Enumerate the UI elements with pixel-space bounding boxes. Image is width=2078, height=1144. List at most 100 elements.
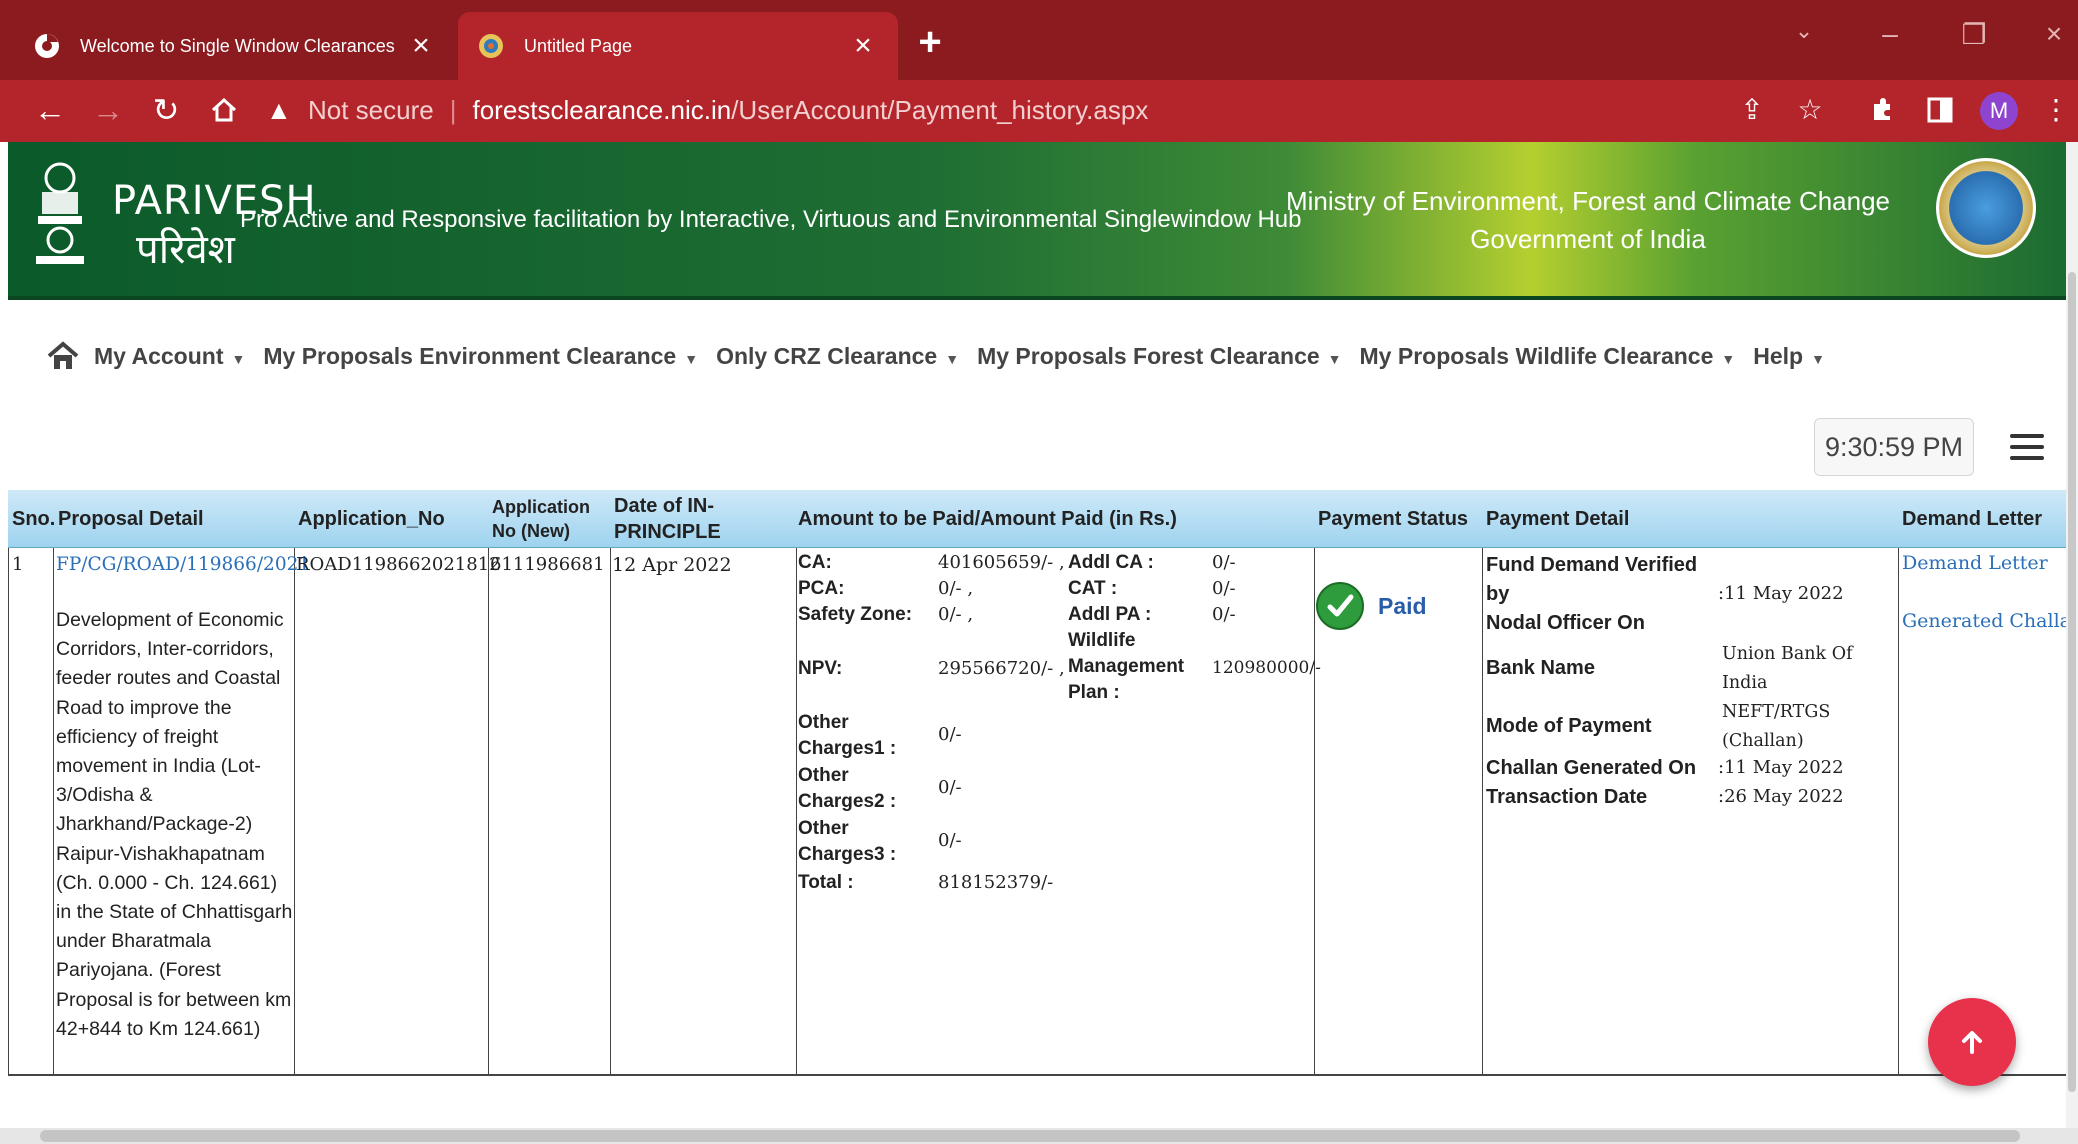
- restore-icon[interactable]: ❐: [1954, 18, 1994, 51]
- tab-title: Untitled Page: [524, 35, 633, 56]
- tab-untitled[interactable]: Untitled Page ×: [458, 12, 898, 80]
- scroll-top-button[interactable]: [1928, 998, 2016, 1086]
- minimize-icon[interactable]: –: [1870, 18, 1910, 50]
- address-bar[interactable]: ▲ Not secure | forestsclearance.nic.in/U…: [266, 83, 1766, 137]
- caret-down-icon: ▼: [1721, 350, 1736, 367]
- payment-history-table: Sno. Proposal Detail Application_No Appl…: [8, 490, 2066, 1076]
- ministry-line-1: Ministry of Environment, Forest and Clim…: [1285, 186, 1891, 216]
- star-icon[interactable]: ☆: [1790, 90, 1830, 130]
- col-divider: [1898, 548, 1899, 1076]
- horizontal-scrollbar[interactable]: [0, 1128, 2078, 1144]
- col-divider: [796, 548, 797, 1076]
- scroll-thumb[interactable]: [40, 1130, 2020, 1142]
- share-icon[interactable]: ⇪: [1732, 90, 1772, 130]
- arrow-up-icon: [1962, 1031, 1982, 1054]
- avatar[interactable]: M: [1980, 92, 2018, 130]
- other-charges3-label: Other Charges3 :: [798, 816, 896, 868]
- table-row: [8, 548, 2066, 1076]
- cat-value: 0/-: [1212, 578, 1236, 599]
- label-line: Plan :: [1068, 682, 1120, 703]
- sidepanel-icon[interactable]: [1920, 90, 1960, 130]
- pca-value: 0/- ,: [938, 578, 974, 599]
- wildlife-plan-value: 120980000/-: [1212, 658, 1321, 678]
- demand-letter-link[interactable]: Demand Letter: [1902, 552, 2048, 574]
- col-divider: [53, 548, 54, 1076]
- col-divider: [610, 548, 611, 1076]
- hamburger-icon[interactable]: [2010, 434, 2044, 462]
- label-line: Charges3 :: [798, 844, 897, 865]
- caret-down-icon: ▼: [1327, 350, 1342, 367]
- label-line: by: [1486, 583, 1510, 605]
- caret-down-icon: ▼: [231, 350, 246, 367]
- challan-generated-label: Challan Generated On: [1486, 757, 1697, 779]
- menu-my-account[interactable]: My Account ▼: [94, 343, 245, 370]
- warning-icon: ▲: [266, 94, 292, 125]
- moefcc-logo: [1936, 158, 2036, 258]
- window-close-icon[interactable]: ×: [2034, 18, 2074, 50]
- main-menu: My Account ▼ My Proposals Environment Cle…: [46, 336, 1843, 376]
- menu-label: My Proposals Wildlife Clearance: [1359, 342, 1714, 369]
- menu-crz-clearance[interactable]: Only CRZ Clearance ▼: [716, 343, 959, 370]
- menu-environment-clearance[interactable]: My Proposals Environment Clearance ▼: [263, 343, 698, 370]
- close-icon[interactable]: ×: [406, 29, 436, 63]
- generated-challan-link[interactable]: Generated Challan: [1902, 610, 2078, 632]
- label-line: Other: [798, 818, 849, 839]
- addl-ca-label: Addl CA :: [1068, 552, 1154, 573]
- label-line: Other: [798, 712, 849, 733]
- table-header: Sno. Proposal Detail Application_No Appl…: [8, 490, 2066, 548]
- caret-down-icon: ▼: [945, 350, 960, 367]
- menu-wildlife-clearance[interactable]: My Proposals Wildlife Clearance ▼: [1360, 343, 1736, 370]
- other-charges1-label: Other Charges1 :: [798, 710, 896, 762]
- other-charges3-value: 0/-: [938, 830, 962, 851]
- menu-dots-icon[interactable]: ⋮: [2036, 90, 2076, 130]
- toolbar: ← → ↻ ▲ Not secure | forestsclearance.ni…: [0, 80, 2078, 142]
- header-amount: Amount to be Paid/Amount Paid (in Rs.): [798, 508, 1177, 530]
- other-charges2-value: 0/-: [938, 777, 962, 798]
- ca-label: CA:: [798, 552, 832, 573]
- reload-icon[interactable]: ↻: [144, 88, 188, 132]
- transaction-date-label: Transaction Date: [1486, 786, 1648, 808]
- wildlife-plan-label: Wildlife Management Plan :: [1068, 628, 1184, 706]
- safety-zone-value: 0/- ,: [938, 604, 974, 625]
- tab-search-icon[interactable]: ⌄: [1784, 18, 1824, 44]
- new-tab-button[interactable]: +: [908, 20, 952, 65]
- col-divider: [294, 548, 295, 1076]
- label-line: Nodal Officer On: [1486, 612, 1645, 634]
- total-value: 818152379/-: [938, 872, 1054, 893]
- house-icon[interactable]: [46, 341, 80, 371]
- menu-forest-clearance[interactable]: My Proposals Forest Clearance ▼: [977, 343, 1341, 370]
- tab-welcome[interactable]: Welcome to Single Window Clearances ×: [0, 12, 456, 80]
- label-line: Fund Demand Verified: [1486, 554, 1698, 576]
- scroll-thumb[interactable]: [2068, 272, 2076, 1092]
- addl-ca-value: 0/-: [1212, 552, 1236, 573]
- fund-verified-value: :11 May 2022: [1718, 583, 1844, 604]
- value-line: NEFT/RTGS: [1722, 702, 1831, 722]
- header-application-no: Application_No: [298, 508, 445, 530]
- extensions-icon[interactable]: [1862, 90, 1902, 130]
- header-date: Date of IN- PRINCIPLE: [612, 490, 721, 548]
- header-payment-detail: Payment Detail: [1486, 508, 1630, 530]
- safety-zone-label: Safety Zone:: [798, 604, 913, 625]
- check-icon: [1316, 582, 1364, 630]
- tab-title: Welcome to Single Window Clearances: [80, 35, 395, 56]
- separator: |: [449, 94, 457, 125]
- row-sno: 1: [12, 554, 24, 575]
- label-line: Other: [798, 765, 849, 786]
- value-line: (Challan): [1722, 731, 1804, 751]
- bank-name-value: Union Bank Of India: [1722, 640, 1853, 698]
- header-application-no-new: Application No (New): [490, 490, 590, 548]
- value-line: Union Bank Of: [1722, 644, 1853, 664]
- home-icon[interactable]: [202, 88, 246, 132]
- label-line: Wildlife: [1068, 630, 1136, 651]
- vertical-scrollbar[interactable]: [2066, 142, 2078, 1128]
- proposal-link[interactable]: FP/CG/ROAD/119866/2021: [56, 554, 310, 575]
- header-proposal: Proposal Detail: [58, 508, 204, 530]
- other-charges1-value: 0/-: [938, 724, 962, 745]
- brand-hindi: परिवेश: [136, 227, 235, 273]
- menu-help[interactable]: Help ▼: [1753, 343, 1825, 370]
- close-icon[interactable]: ×: [848, 29, 878, 63]
- site-banner: PARIVESH परिवेश Pro Active and Responsiv…: [8, 142, 2066, 300]
- header-line: Application: [492, 497, 590, 517]
- tab-strip: Welcome to Single Window Clearances × Un…: [0, 0, 2078, 80]
- back-icon[interactable]: ←: [28, 88, 72, 132]
